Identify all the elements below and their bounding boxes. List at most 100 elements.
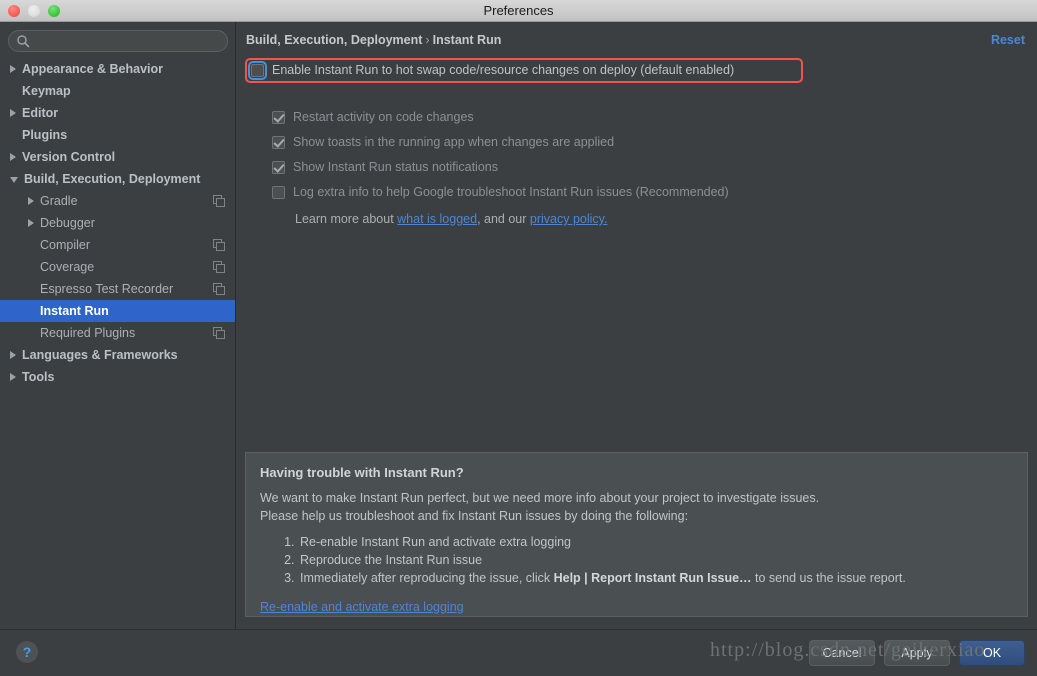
sidebar-item-coverage[interactable]: Coverage <box>0 256 235 278</box>
checkbox-row-3[interactable]: Show Instant Run status notifications <box>272 160 498 174</box>
checkbox-row-2[interactable]: Show toasts in the running app when chan… <box>272 135 614 149</box>
sidebar-item-languages-frameworks[interactable]: Languages & Frameworks <box>0 344 235 366</box>
sidebar-item-label: Build, Execution, Deployment <box>24 172 201 186</box>
sidebar-item-label: Compiler <box>40 238 91 252</box>
sidebar-item-build-execution-deployment[interactable]: Build, Execution, Deployment <box>0 168 235 190</box>
checkbox-3 <box>272 160 285 174</box>
learn-more-prefix: Learn more about <box>295 212 398 226</box>
sidebar-item-label: Keymap <box>22 84 71 98</box>
sidebar-item-required-plugins[interactable]: Required Plugins <box>0 322 235 344</box>
re-enable-logging-link[interactable]: Re-enable and activate extra logging <box>260 600 464 614</box>
sidebar-item-instant-run[interactable]: Instant Run <box>0 300 235 322</box>
what-is-logged-link[interactable]: what is logged <box>397 212 477 226</box>
checkbox-2 <box>272 135 285 149</box>
sidebar-item-espresso-test-recorder[interactable]: Espresso Test Recorder <box>0 278 235 300</box>
sidebar-item-editor[interactable]: Editor <box>0 102 235 124</box>
copy-icon[interactable] <box>213 283 225 295</box>
sidebar-item-plugins[interactable]: Plugins <box>0 124 235 146</box>
trouble-step-3: Immediately after reproducing the issue,… <box>298 569 1013 587</box>
checkbox-label-0: Enable Instant Run to hot swap code/reso… <box>272 63 735 77</box>
preferences-window: Preferences Appearance & Behavior Keymap E… <box>0 0 1037 676</box>
chevron-right-icon[interactable] <box>10 153 16 161</box>
trouble-step-3-suffix: to send us the issue report. <box>751 571 906 585</box>
chevron-right-icon[interactable] <box>28 197 34 205</box>
trouble-panel-line2: Please help us troubleshoot and fix Inst… <box>260 509 689 523</box>
trouble-panel-heading: Having trouble with Instant Run? <box>260 465 464 480</box>
checkbox-1 <box>272 110 285 124</box>
sidebar-item-compiler[interactable]: Compiler <box>0 234 235 256</box>
checkbox-row-0[interactable]: Enable Instant Run to hot swap code/reso… <box>248 60 735 80</box>
sidebar-item-label: Debugger <box>40 216 95 230</box>
checkbox-row-1[interactable]: Restart activity on code changes <box>272 110 474 124</box>
search-input[interactable] <box>8 30 228 52</box>
copy-icon[interactable] <box>213 261 225 273</box>
sidebar-item-label: Espresso Test Recorder <box>40 282 174 296</box>
window-titlebar: Preferences <box>0 0 1037 22</box>
trouble-panel-steps: Re-enable Instant Run and activate extra… <box>260 533 1013 587</box>
checkbox-4 <box>272 185 285 199</box>
ok-button[interactable]: OK <box>959 640 1025 666</box>
sidebar-item-label: Required Plugins <box>40 326 136 340</box>
breadcrumb-current: Instant Run <box>432 33 502 47</box>
sidebar-item-gradle[interactable]: Gradle <box>0 190 235 212</box>
trouble-step-1: Re-enable Instant Run and activate extra… <box>298 533 1013 551</box>
trouble-step-3-prefix: Immediately after reproducing the issue,… <box>300 571 554 585</box>
privacy-policy-link[interactable]: privacy policy. <box>530 212 608 226</box>
trouble-panel-line1: We want to make Instant Run perfect, but… <box>260 491 820 505</box>
sidebar-item-appearance-behavior[interactable]: Appearance & Behavior <box>0 58 235 80</box>
checkbox-label-1: Restart activity on code changes <box>293 110 474 124</box>
breadcrumb-separator-icon: › <box>425 33 430 47</box>
settings-sidebar: Appearance & Behavior Keymap Editor Plugins… <box>0 22 236 629</box>
sidebar-item-label: Instant Run <box>40 304 109 318</box>
copy-icon[interactable] <box>213 327 225 339</box>
apply-button[interactable]: Apply <box>884 640 950 666</box>
copy-icon[interactable] <box>213 239 225 251</box>
learn-more-text: Learn more about what is logged, and our… <box>295 212 607 226</box>
cancel-button[interactable]: Cancel <box>809 640 875 666</box>
search-field-wrapper <box>8 30 228 52</box>
trouble-panel: Having trouble with Instant Run? We want… <box>245 452 1028 617</box>
dialog-button-group: Cancel Apply OK <box>809 640 1025 666</box>
help-icon[interactable]: ? <box>16 641 38 663</box>
sidebar-item-label: Editor <box>22 106 59 120</box>
settings-content-pane: Build, Execution, Deployment › Instant Run… <box>237 22 1037 629</box>
sidebar-item-keymap[interactable]: Keymap <box>0 80 235 102</box>
chevron-right-icon[interactable] <box>28 219 34 227</box>
learn-more-middle: , and our <box>477 212 530 226</box>
checkbox-label-4: Log extra info to help Google troublesho… <box>293 185 729 199</box>
reset-link[interactable]: Reset <box>991 33 1025 47</box>
sidebar-item-label: Coverage <box>40 260 95 274</box>
trouble-step-3-menu-path: Help | Report Instant Run Issue… <box>553 571 752 585</box>
sidebar-item-label: Appearance & Behavior <box>22 62 164 76</box>
sidebar-item-debugger[interactable]: Debugger <box>0 212 235 234</box>
chevron-right-icon[interactable] <box>10 109 16 117</box>
checkbox-label-2: Show toasts in the running app when chan… <box>293 135 615 149</box>
settings-tree: Appearance & Behavior Keymap Editor Plugins… <box>0 58 235 388</box>
window-title: Preferences <box>483 3 554 18</box>
chevron-right-icon[interactable] <box>10 373 16 381</box>
sidebar-item-label: Tools <box>22 370 55 384</box>
sidebar-item-label: Gradle <box>40 194 78 208</box>
chevron-right-icon[interactable] <box>10 351 16 359</box>
chevron-down-icon[interactable] <box>10 177 18 183</box>
breadcrumb-parent[interactable]: Build, Execution, Deployment <box>246 33 422 47</box>
sidebar-item-tools[interactable]: Tools <box>0 366 235 388</box>
checkbox-label-3: Show Instant Run status notifications <box>293 160 498 174</box>
chevron-right-icon[interactable] <box>10 65 16 73</box>
sidebar-item-version-control[interactable]: Version Control <box>0 146 235 168</box>
breadcrumb: Build, Execution, Deployment › Instant Run <box>246 33 501 47</box>
trouble-step-2: Reproduce the Instant Run issue <box>298 551 1013 569</box>
copy-icon[interactable] <box>213 195 225 207</box>
dialog-footer: ? Cancel Apply OK <box>0 629 1037 676</box>
sidebar-item-label: Languages & Frameworks <box>22 348 178 362</box>
checkbox-0[interactable] <box>248 60 267 80</box>
checkbox-row-4[interactable]: Log extra info to help Google troublesho… <box>272 185 729 199</box>
sidebar-item-label: Plugins <box>22 128 68 142</box>
